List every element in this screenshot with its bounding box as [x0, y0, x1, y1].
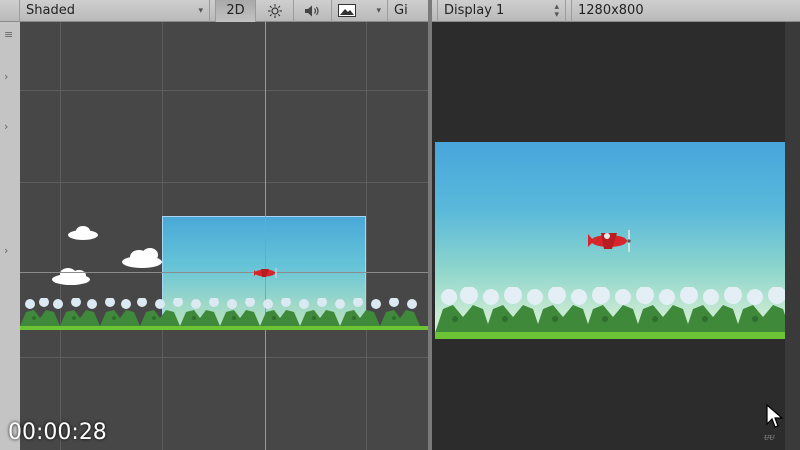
scene-audio-toggle[interactable]: [294, 0, 332, 22]
image-icon: [338, 4, 356, 17]
expand-arrow-icon[interactable]: ›: [4, 120, 8, 133]
grid-line: [366, 22, 367, 450]
watermark-logo: ᵾᵾ: [764, 433, 775, 443]
unity-editor: Shaded ▾ 2D ▾ Gi Display 1 ▴ ▾ 1280x800 …: [0, 0, 800, 450]
speaker-icon: [304, 5, 319, 16]
foliage-strip: [435, 287, 786, 339]
display-label: Display 1: [444, 3, 505, 18]
toolbar-spacer: [0, 0, 20, 22]
plane-sprite: [588, 230, 631, 252]
grid-line: [20, 90, 428, 91]
grid-line: [20, 357, 428, 358]
game-view-edge: [785, 22, 800, 450]
scene-toolbar: Shaded ▾ 2D ▾ Gi: [0, 0, 428, 22]
dropdown-arrow-icon: ▾: [376, 5, 381, 16]
gizmos-label: Gi: [394, 3, 408, 18]
2d-mode-toggle[interactable]: 2D: [216, 0, 256, 22]
expand-arrow-icon[interactable]: ›: [4, 70, 8, 83]
scene-view[interactable]: [20, 22, 428, 450]
expand-arrow-icon[interactable]: ›: [4, 244, 8, 257]
crosshair-line-vertical: [265, 22, 266, 450]
game-screen: [435, 142, 786, 339]
2d-mode-label: 2D: [226, 3, 245, 18]
grid-line: [60, 22, 61, 450]
menu-lines-icon[interactable]: ≡: [4, 28, 13, 41]
resolution-label: 1280x800: [578, 3, 644, 18]
grid-line: [20, 182, 428, 183]
plane-sprite[interactable]: [252, 265, 280, 281]
panel-edge-strip: ≡ › › ›: [0, 22, 20, 450]
grass-line: [20, 326, 428, 330]
dropdown-arrow-icon: ▾: [198, 5, 203, 16]
game-toolbar: Display 1 ▴ ▾ 1280x800: [432, 0, 800, 22]
updown-arrow-icon: ▴ ▾: [554, 1, 559, 20]
shading-mode-label: Shaded: [26, 3, 75, 18]
shading-mode-dropdown[interactable]: Shaded ▾: [20, 0, 210, 22]
scene-effects-dropdown[interactable]: ▾: [332, 0, 388, 22]
gizmos-dropdown[interactable]: Gi: [388, 0, 420, 22]
crosshair-line-horizontal: [20, 272, 428, 273]
game-view[interactable]: [432, 22, 800, 450]
scene-lighting-toggle[interactable]: [256, 0, 294, 22]
mouse-cursor-icon: [766, 404, 784, 428]
sun-icon: [267, 3, 282, 18]
video-timestamp: 00:00:28: [8, 420, 107, 445]
resolution-dropdown[interactable]: 1280x800: [572, 0, 792, 22]
display-dropdown[interactable]: Display 1 ▴ ▾: [438, 0, 566, 22]
